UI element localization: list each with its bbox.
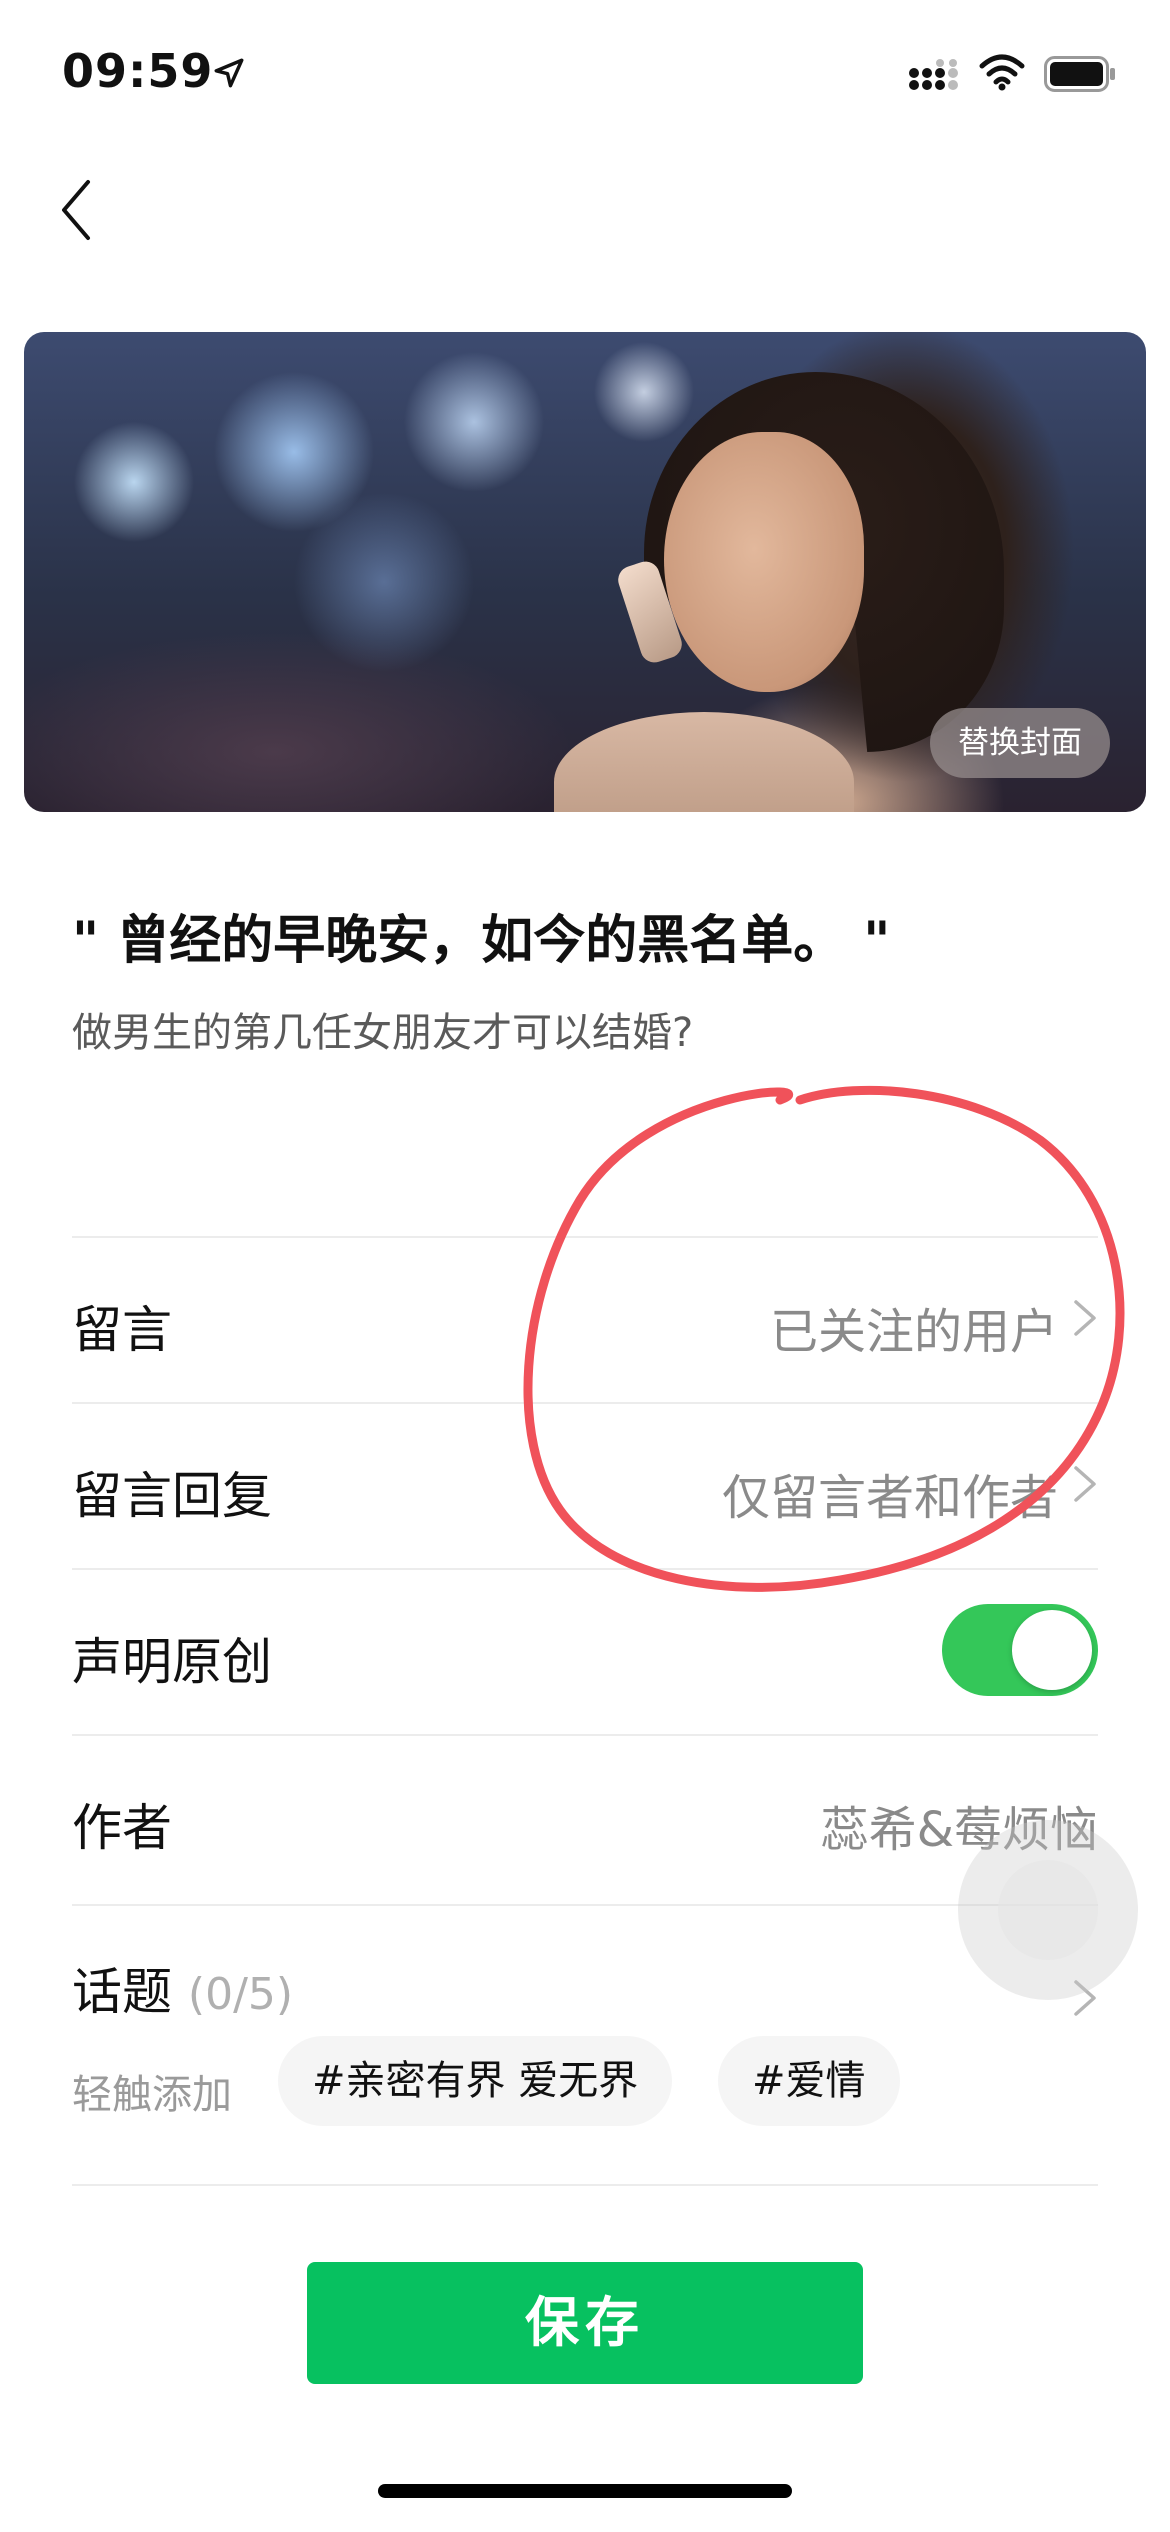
author-label: 作者 <box>72 1799 172 1857</box>
status-bar: 09:59 <box>0 0 1170 150</box>
status-time: 09:59 <box>62 44 214 98</box>
topic-tag[interactable]: #爱情 <box>718 2036 900 2126</box>
cover-image: 替换封面 <box>24 332 1146 812</box>
divider <box>72 2184 1098 2186</box>
original-label: 声明原创 <box>72 1633 272 1691</box>
article-settings-screen: 09:59 替换封面 " 曾经的早晚安，如今的黑名单。 " 做男生的第几任女朋友… <box>0 0 1170 2532</box>
wifi-icon <box>979 54 1025 91</box>
topics-count: (0/5) <box>187 1969 294 2020</box>
article-title: " 曾经的早晚安，如今的黑名单。 " <box>72 911 891 971</box>
location-arrow-icon <box>214 58 244 88</box>
comment-reply-value: 仅留言者和作者 <box>721 1470 1058 1526</box>
chevron-right-icon <box>1074 1300 1096 1336</box>
topic-tag[interactable]: #亲密有界 爱无界 <box>278 2036 673 2126</box>
divider <box>72 1568 1098 1570</box>
topics-hint: 轻触添加 <box>72 2072 232 2118</box>
cellular-signal-icon <box>909 59 958 90</box>
comments-label: 留言 <box>72 1301 172 1359</box>
comments-value: 已关注的用户 <box>769 1304 1058 1360</box>
toggle-knob <box>1012 1610 1092 1690</box>
battery-icon <box>1044 56 1115 92</box>
assistive-touch-button[interactable] <box>958 1820 1138 2000</box>
save-button[interactable]: 保存 <box>307 2262 863 2384</box>
cover-figure-face <box>664 432 864 692</box>
home-indicator <box>378 2484 792 2498</box>
back-button[interactable] <box>40 170 120 250</box>
topics-label-text: 话题 <box>72 1963 172 2021</box>
original-toggle[interactable] <box>942 1604 1098 1696</box>
comment-reply-label: 留言回复 <box>72 1467 272 1525</box>
chevron-right-icon <box>1074 1466 1096 1502</box>
replace-cover-button[interactable]: 替换封面 <box>930 708 1110 778</box>
cover-figure-shirt <box>554 712 854 812</box>
article-subtitle: 做男生的第几任女朋友才可以结婚? <box>72 1010 694 1056</box>
chevron-left-icon <box>62 180 90 240</box>
topics-label: 话题 (0/5) <box>72 1952 293 2024</box>
assistive-touch-inner <box>998 1860 1098 1960</box>
